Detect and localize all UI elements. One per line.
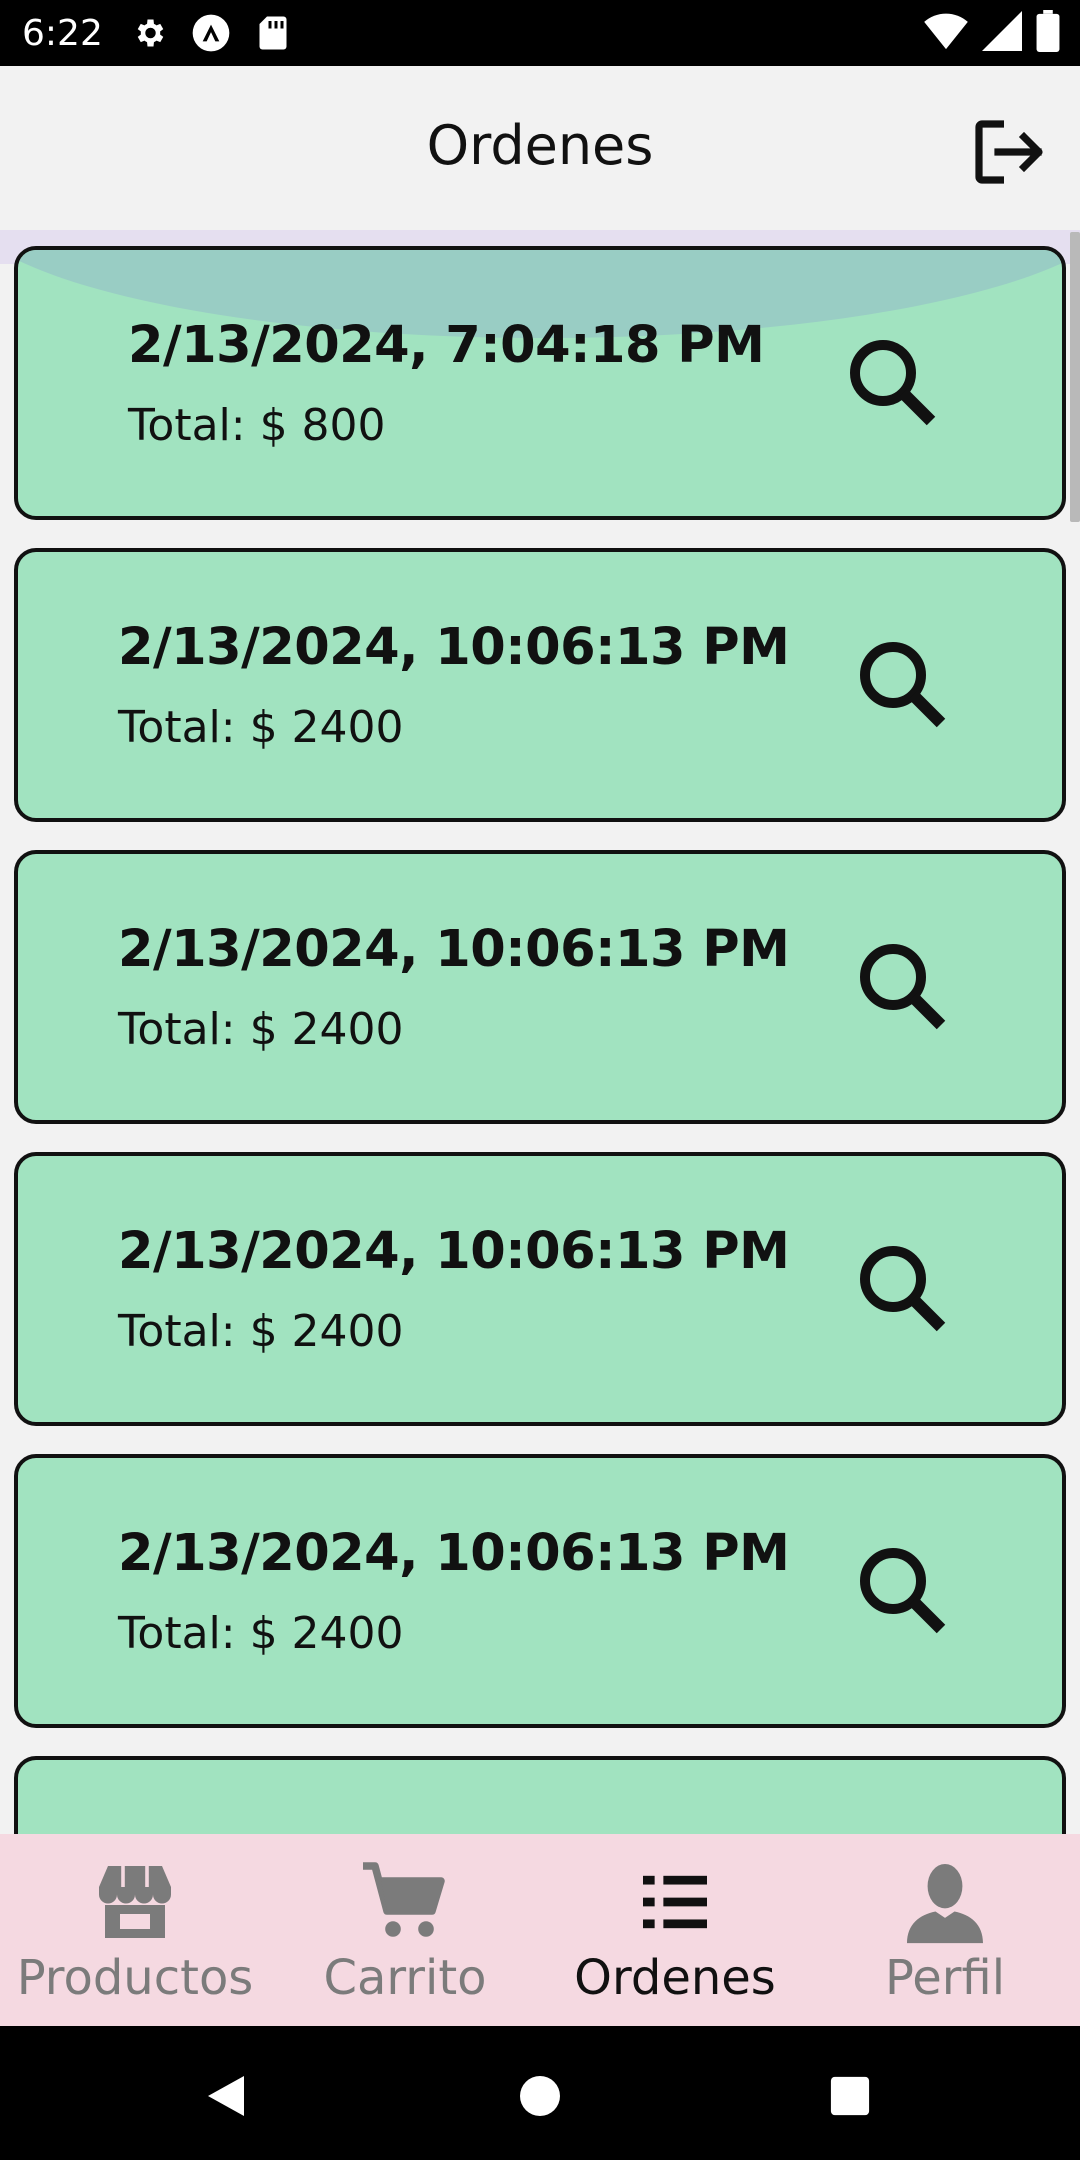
nav-item-perfil[interactable]: Perfil xyxy=(810,1834,1080,2026)
home-circle-icon xyxy=(520,2076,560,2116)
bottom-nav: Productos Carrito Ordenes Perfil xyxy=(0,1834,1080,2026)
search-icon xyxy=(850,340,936,426)
order-total: Total: $ 2400 xyxy=(118,1004,404,1055)
nav-item-ordenes[interactable]: Ordenes xyxy=(540,1834,810,2026)
battery-icon xyxy=(1036,10,1060,57)
signal-icon xyxy=(982,11,1022,56)
gear-icon xyxy=(129,13,169,53)
logout-button[interactable] xyxy=(968,110,1052,194)
logout-icon xyxy=(975,120,1043,184)
cart-icon xyxy=(360,1862,450,1942)
order-card[interactable]: 2/13/2024, 7:04:18 PM Total: $ 800 xyxy=(14,246,1066,520)
search-icon xyxy=(860,1548,946,1634)
search-icon xyxy=(860,944,946,1030)
nav-label: Perfil xyxy=(884,1950,1006,2006)
order-date: 2/13/2024, 10:06:13 PM xyxy=(118,618,790,677)
sd-card-icon xyxy=(253,13,293,53)
search-icon xyxy=(860,642,946,728)
order-date: 2/13/2024, 7:04:18 PM xyxy=(128,316,765,375)
order-total: Total: $ 2400 xyxy=(118,702,404,753)
recents-button[interactable] xyxy=(820,2066,880,2126)
view-order-button[interactable] xyxy=(850,1538,960,1648)
system-nav-bar xyxy=(0,2026,1080,2160)
search-icon xyxy=(860,1246,946,1332)
nav-label: Ordenes xyxy=(574,1950,776,2006)
order-total: Total: $ 2400 xyxy=(118,1608,404,1659)
view-order-button[interactable] xyxy=(850,1236,960,1346)
nav-item-productos[interactable]: Productos xyxy=(0,1834,270,2026)
order-card[interactable]: 2/13/2024, 10:06:13 PM Total: $ 2400 xyxy=(14,1152,1066,1426)
order-date: 2/13/2024, 10:06:13 PM xyxy=(118,1222,790,1281)
status-bar: 6:22 xyxy=(0,0,1080,66)
storefront-icon xyxy=(90,1862,180,1942)
nav-label: Carrito xyxy=(323,1950,487,2006)
back-triangle-icon xyxy=(208,2076,244,2116)
app-header: Ordenes xyxy=(0,66,1080,230)
view-order-button[interactable] xyxy=(850,934,960,1044)
view-order-button[interactable] xyxy=(840,330,950,440)
order-total: Total: $ 2400 xyxy=(118,1306,404,1357)
view-order-button[interactable] xyxy=(850,632,960,742)
recents-square-icon xyxy=(830,2076,870,2116)
order-total: Total: $ 800 xyxy=(128,400,386,451)
order-date: 2/13/2024, 10:06:13 PM xyxy=(118,1524,790,1583)
home-button[interactable] xyxy=(510,2066,570,2126)
nav-label: Productos xyxy=(16,1950,254,2006)
wifi-icon xyxy=(924,11,968,56)
page-title: Ordenes xyxy=(426,114,654,177)
a-circle-icon xyxy=(191,13,231,53)
order-card[interactable]: 2/13/2024, 10:06:13 PM Total: $ 2400 xyxy=(14,548,1066,822)
order-card[interactable]: 2/13/2024, 10:06:13 PM Total: $ 2400 xyxy=(14,1454,1066,1728)
list-icon xyxy=(630,1862,720,1942)
order-card-partial[interactable] xyxy=(14,1756,1066,1834)
orders-list[interactable]: 2/13/2024, 7:04:18 PM Total: $ 800 2/13/… xyxy=(0,230,1080,1834)
back-button[interactable] xyxy=(196,2066,256,2126)
nav-item-carrito[interactable]: Carrito xyxy=(270,1834,540,2026)
order-card[interactable]: 2/13/2024, 10:06:13 PM Total: $ 2400 xyxy=(14,850,1066,1124)
scrollbar[interactable] xyxy=(1070,232,1080,522)
person-icon xyxy=(900,1862,990,1944)
order-date: 2/13/2024, 10:06:13 PM xyxy=(118,920,790,979)
status-time: 6:22 xyxy=(22,12,103,54)
